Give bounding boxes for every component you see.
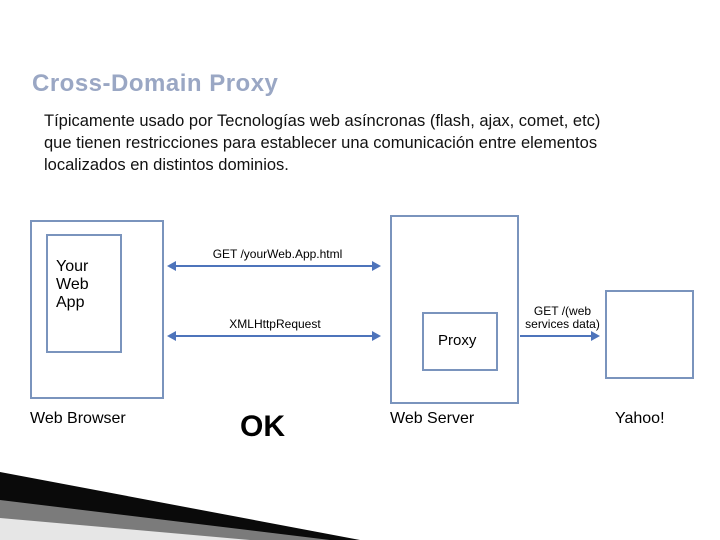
your-web-app-label: Your Web App xyxy=(56,258,89,312)
yahoo-box xyxy=(605,290,694,379)
slide: Cross-Domain Proxy Típicamente usado por… xyxy=(0,0,720,540)
yahoo-caption: Yahoo! xyxy=(615,410,665,428)
proxy-label: Proxy xyxy=(438,332,476,349)
decorative-wedge-light xyxy=(0,518,250,540)
web-server-caption: Web Server xyxy=(390,410,474,428)
proxy-box: Proxy xyxy=(422,312,498,371)
your-web-app-box: Your Web App xyxy=(46,234,122,353)
arrow-get-html xyxy=(175,265,373,267)
web-browser-caption: Web Browser xyxy=(30,410,126,428)
arrow-xhr xyxy=(175,335,373,337)
arrow-get-ws xyxy=(520,335,592,337)
ok-label: OK xyxy=(240,410,285,444)
slide-body-text: Típicamente usado por Tecnologías web as… xyxy=(44,110,619,176)
label-xhr: XMLHttpRequest xyxy=(210,317,340,331)
label-get-html: GET /yourWeb.App.html xyxy=(195,247,360,261)
slide-title: Cross-Domain Proxy xyxy=(32,70,278,98)
web-browser-box: Your Web App xyxy=(30,220,164,399)
label-get-ws: GET /(web services data) xyxy=(515,305,610,331)
architecture-diagram: Your Web App Web Browser Proxy Web Serve… xyxy=(20,215,700,475)
web-server-box: Proxy xyxy=(390,215,519,404)
